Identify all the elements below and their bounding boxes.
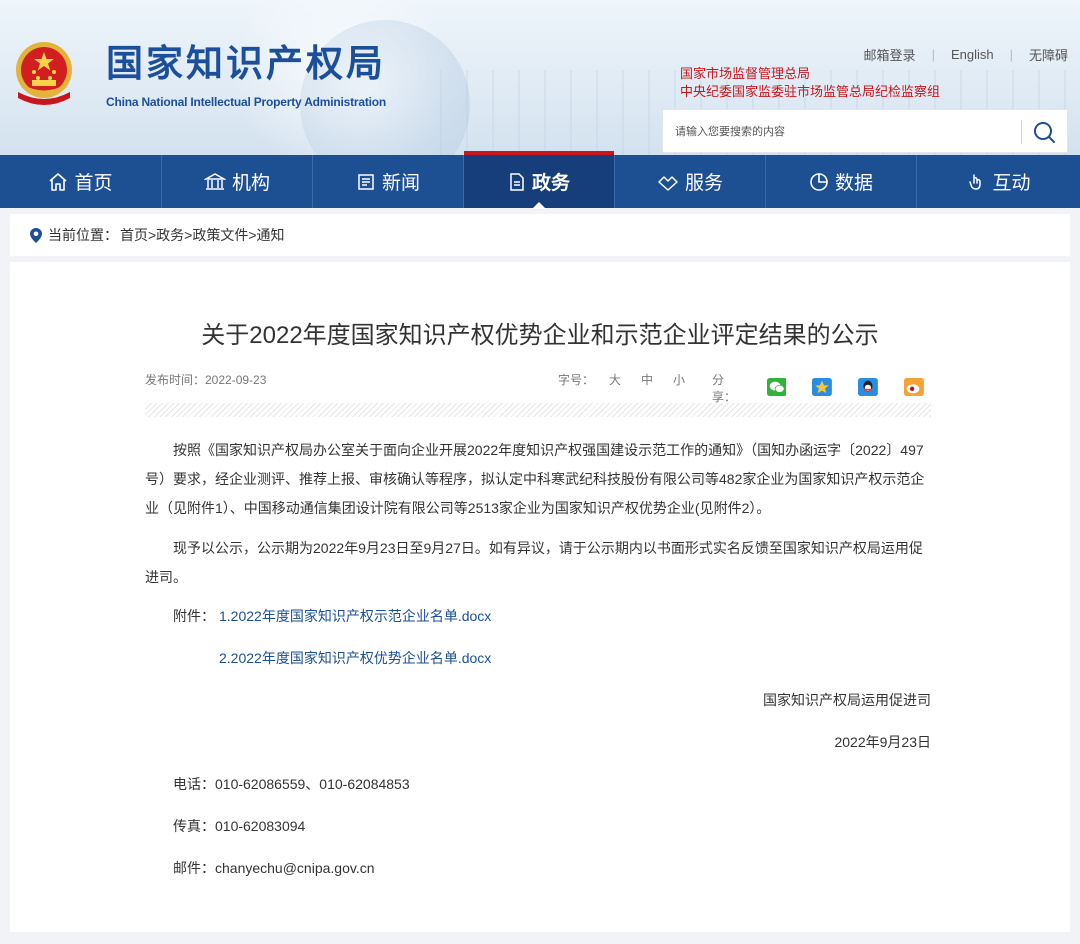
nav-item-label: 首页 [74, 173, 113, 194]
divider: | [1009, 47, 1013, 62]
document-icon [510, 172, 524, 191]
nav-item-institution[interactable]: 机构 [162, 155, 313, 208]
nav-item-home[interactable]: 首页 [0, 155, 162, 208]
contact-fax: 传真：010-62083094 [173, 818, 306, 834]
nav-item-label: 数据 [834, 173, 873, 194]
top-links: 邮箱登录 | English | 无障碍 [864, 45, 1068, 64]
contact-phone: 电话：010-62086559、010-62084853 [173, 776, 410, 792]
nav-item-data[interactable]: 数据 [766, 155, 917, 208]
weibo-icon[interactable] [904, 377, 925, 397]
divider: | [931, 47, 935, 62]
font-size-large[interactable]: 大 [609, 371, 621, 388]
article-meta: 发布时间：2022-09-23 字号： 大 中 小 分享： [145, 369, 931, 404]
discipline-inspection-link[interactable]: 中央纪委国家监委驻市场监管总局纪检监察组 [680, 83, 940, 101]
nav-item-label: 机构 [231, 173, 270, 194]
nav-item-label: 新闻 [381, 173, 420, 194]
org-links: 国家市场监督管理总局 中央纪委国家监委驻市场监管总局纪检监察组 [680, 65, 940, 101]
search-divider [1021, 120, 1022, 144]
attachment-link[interactable]: 2.2022年度国家知识产权优势企业名单.docx [219, 648, 491, 668]
breadcrumb-path[interactable]: 首页>政务>政策文件>通知 [120, 225, 285, 245]
home-icon [49, 172, 68, 191]
title-divider [145, 403, 931, 417]
interaction-icon [969, 173, 982, 190]
breadcrumb: 当前位置： 首页>政务>政策文件>通知 [10, 214, 1070, 256]
search-icon[interactable] [1029, 118, 1059, 146]
publish-date: 发布时间：2022-09-23 [145, 373, 267, 387]
signature-org: 国家知识产权局运用促进司 [763, 692, 931, 708]
pie-chart-icon [810, 172, 828, 191]
article-paragraph: 按照《国家知识产权局办公室关于面向企业开展2022年度知识产权强国建设示范工作的… [145, 442, 925, 516]
site-header: 国家知识产权局 China National Intellectual Prop… [0, 0, 1080, 155]
news-icon [358, 173, 374, 190]
english-link[interactable]: English [951, 47, 994, 62]
institution-icon [203, 172, 226, 190]
location-pin-icon [30, 227, 42, 243]
nav-item-label: 服务 [684, 173, 723, 194]
qzone-icon[interactable] [812, 377, 833, 397]
attachment-link[interactable]: 1.2022年度国家知识产权示范企业名单.docx [219, 606, 491, 626]
search-input[interactable] [675, 121, 1005, 143]
wechat-icon[interactable] [766, 377, 787, 397]
article-paragraph: 现予以公示，公示期为2022年9月23日至9月27日。如有异议，请于公示期内以书… [145, 540, 923, 585]
share-bar: 分享： [712, 369, 950, 405]
article-title: 关于2022年度国家知识产权优势企业和示范企业评定结果的公示 [201, 322, 879, 349]
contact-email: 邮件：chanyechu@cnipa.gov.cn [173, 860, 375, 876]
nav-item-government-affairs[interactable]: 政务 [464, 151, 615, 209]
site-subtitle: China National Intellectual Property Adm… [106, 95, 387, 109]
nav-item-service[interactable]: 服务 [615, 155, 766, 208]
samr-link[interactable]: 国家市场监督管理总局 [680, 65, 940, 83]
site-title: 国家知识产权局 [106, 44, 386, 85]
accessibility-link[interactable]: 无障碍 [1029, 45, 1068, 64]
nav-item-label: 政务 [531, 173, 570, 194]
font-size-control: 字号： 大 中 小 [558, 371, 705, 388]
font-size-medium[interactable]: 中 [641, 371, 653, 388]
breadcrumb-label: 当前位置： [48, 227, 118, 243]
qq-icon[interactable] [858, 377, 879, 397]
nav-item-label: 互动 [992, 173, 1031, 194]
search-box [662, 109, 1068, 153]
national-emblem-icon [16, 42, 72, 105]
nav-item-interaction[interactable]: 互动 [917, 155, 1080, 208]
mail-login-link[interactable]: 邮箱登录 [864, 45, 916, 64]
nav-item-news[interactable]: 新闻 [313, 155, 464, 208]
article-panel: 关于2022年度国家知识产权优势企业和示范企业评定结果的公示 发布时间：2022… [10, 262, 1070, 932]
share-label: 分享： [712, 373, 737, 404]
font-size-small[interactable]: 小 [673, 371, 685, 388]
signature-date: 2022年9月23日 [834, 734, 931, 750]
main-nav: 首页 机构 新闻 政务 服务 数据 互动 [0, 151, 1080, 209]
attachments-label: 附件： [173, 608, 215, 624]
service-icon [658, 175, 678, 191]
font-size-label: 字号： [558, 373, 595, 387]
